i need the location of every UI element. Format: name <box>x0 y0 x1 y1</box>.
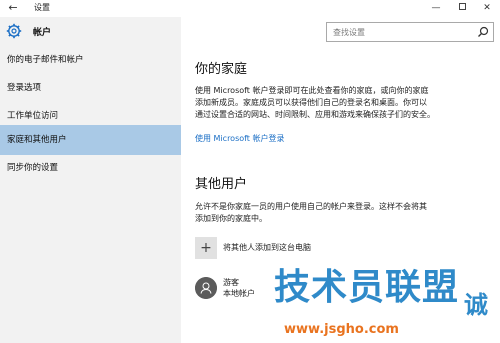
other-users-description-line-1: 允许不是你家庭一员的用户使用自己的帐户来登录。这样不会将其 <box>195 202 427 211</box>
other-users-description-line-2: 添加到你的家庭中。 <box>195 214 267 223</box>
family-description-line-1: 使用 Microsoft 帐户登录即可在此处查看你的家庭，或向你的家庭 <box>195 86 429 95</box>
maximize-icon <box>458 3 466 10</box>
user-avatar-icon <box>195 277 217 299</box>
minimize-button[interactable]: — <box>423 0 449 17</box>
family-heading: 你的家庭 <box>195 62 248 77</box>
sidebar-item-email-accounts[interactable]: 你的电子邮件和帐户 <box>0 45 181 75</box>
sidebar-header: 帐户 <box>0 17 181 47</box>
watermark-logo-side: 诚 <box>464 291 488 319</box>
gear-icon <box>6 23 22 39</box>
sidebar-item-family-other-users[interactable]: 家庭和其他用户 <box>0 125 181 155</box>
maximize-button[interactable] <box>449 0 475 17</box>
sidebar-item-sign-in-options[interactable]: 登录选项 <box>0 73 181 103</box>
close-button[interactable]: ✕ <box>474 0 500 17</box>
title-bar: ← 设置 — ✕ <box>0 0 500 17</box>
search-box[interactable]: 查找设置 <box>326 22 494 42</box>
add-other-user-label: 将其他人添加到这台电脑 <box>223 243 311 252</box>
search-input[interactable]: 查找设置 <box>333 27 365 38</box>
watermark-url: www.jsgho.com <box>284 322 399 337</box>
search-icon[interactable] <box>477 26 489 38</box>
other-users-heading: 其他用户 <box>195 177 248 192</box>
window-title: 设置 <box>34 3 50 12</box>
plus-icon: + <box>195 237 217 259</box>
guest-user-type: 本地帐户 <box>223 289 255 298</box>
sidebar-item-sync-settings[interactable]: 同步你的设置 <box>0 153 181 183</box>
family-description-line-2: 添加新成员。家庭成员可以获得他们自己的登录名和桌面。你可以 <box>195 98 427 107</box>
family-description-line-3: 通过设置合适的网站、时间限制、应用和游戏来确保孩子们的安全。 <box>195 110 435 119</box>
microsoft-signin-link[interactable]: 使用 Microsoft 帐户登录 <box>195 133 285 144</box>
sidebar-header-label: 帐户 <box>33 28 52 38</box>
back-arrow-icon[interactable]: ← <box>6 1 20 15</box>
watermark-logo: 技术员联盟 <box>274 267 460 308</box>
guest-user-name: 游客 <box>223 278 239 287</box>
sidebar: 帐户 你的电子邮件和帐户 登录选项 工作单位访问 家庭和其他用户 同步你的设置 <box>0 17 181 343</box>
